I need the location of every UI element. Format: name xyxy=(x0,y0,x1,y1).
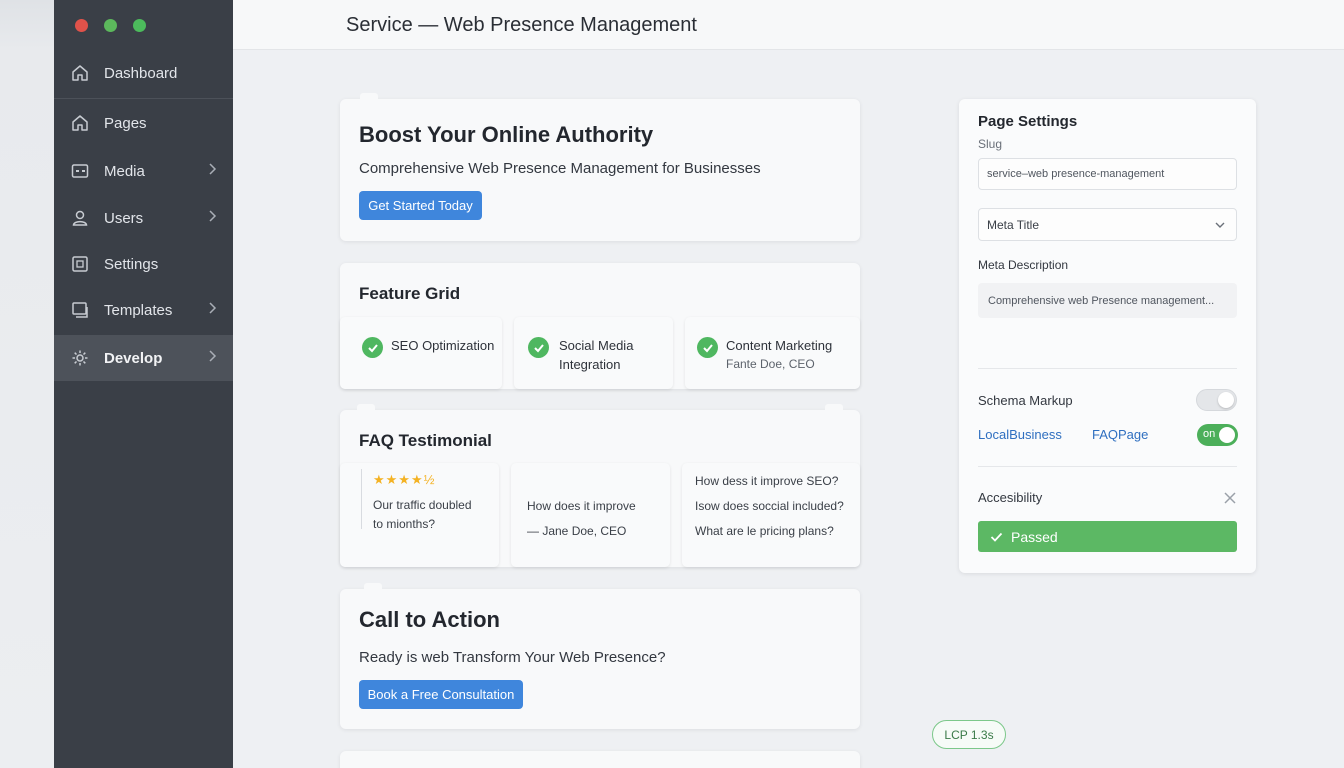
block-handle[interactable] xyxy=(825,404,843,412)
lcp-badge: LCP 1.3s xyxy=(932,720,1006,749)
chevron-right-icon xyxy=(207,349,217,367)
feature-label-line2: Integration xyxy=(559,357,621,372)
close-window-button[interactable] xyxy=(75,19,88,32)
meta-title-select[interactable]: Meta Title xyxy=(978,208,1237,241)
sidebar-item-label: Users xyxy=(104,209,144,227)
faq-page-toggle[interactable]: on xyxy=(1197,424,1238,446)
testimonial-card[interactable]: ★★★★½ Our traffic doubled to mionths? xyxy=(340,463,499,567)
page-title: Service — Web Presence Management xyxy=(346,14,697,36)
block-handle[interactable] xyxy=(357,404,375,412)
cta-text: Ready is web Transform Your Web Presence… xyxy=(359,649,666,666)
rating-stars: ★★★★½ xyxy=(373,472,436,487)
sidebar-item-label: Pages xyxy=(104,114,147,132)
chevron-right-icon xyxy=(207,209,217,227)
accessibility-status-badge: Passed xyxy=(978,521,1237,552)
faq-list: How dess it improve SEO? Isow does socci… xyxy=(682,463,860,567)
chevron-right-icon xyxy=(207,162,217,180)
sidebar-divider xyxy=(54,98,233,99)
templates-icon xyxy=(70,300,90,320)
top-bar: Service — Web Presence Management xyxy=(233,0,1344,50)
book-consultation-button[interactable]: Book a Free Consultation xyxy=(359,680,523,709)
quote-bar xyxy=(361,469,362,529)
meta-description-label: Meta Description xyxy=(978,258,1069,272)
settings-title: Page Settings xyxy=(978,113,1078,130)
faq-question[interactable]: What are le pricing plans? xyxy=(695,522,834,541)
hero-title: Boost Your Online Authority xyxy=(359,122,654,147)
check-icon xyxy=(528,337,549,358)
sidebar-item-dashboard[interactable]: Dashboard xyxy=(54,50,233,96)
media-icon xyxy=(70,161,90,181)
schema-markup-toggle[interactable] xyxy=(1196,389,1237,411)
sidebar-item-settings[interactable]: Settings xyxy=(54,241,233,287)
toggle-knob xyxy=(1219,427,1235,443)
minimize-window-button[interactable] xyxy=(104,19,117,32)
gear-icon xyxy=(70,348,90,368)
testimonial-text-line2: to mionths? xyxy=(373,517,436,531)
outer-window-strip xyxy=(0,0,54,768)
sidebar-item-label: Templates xyxy=(104,301,173,319)
testimonial-text: Our traffic doubled xyxy=(373,498,472,512)
sidebar-item-users[interactable]: Users xyxy=(54,195,233,241)
divider xyxy=(978,368,1237,369)
feature-label: SEO Optimization xyxy=(391,338,495,353)
home-icon xyxy=(70,63,90,83)
testimonial-author: — Jane Doe, CEO xyxy=(527,524,627,538)
meta-title-select-value: Meta Title xyxy=(987,217,1040,232)
local-business-link[interactable]: LocalBusiness xyxy=(978,427,1062,442)
sidebar-item-media[interactable]: Media xyxy=(54,148,233,194)
feature-label: Content Marketing xyxy=(726,338,833,353)
sidebar: Dashboard Pages Media Users Settings Tem… xyxy=(54,0,233,768)
settings-icon xyxy=(70,254,90,274)
block-handle[interactable] xyxy=(360,93,378,101)
sidebar-item-label: Media xyxy=(104,162,145,180)
toggle-label: on xyxy=(1203,428,1216,440)
faq-title: FAQ Testimonial xyxy=(359,431,492,450)
slug-label: Slug xyxy=(978,137,1003,151)
close-icon[interactable] xyxy=(1224,491,1236,509)
call-to-action-block[interactable]: Call to Action Ready is web Transform Yo… xyxy=(340,583,860,729)
toggle-knob xyxy=(1218,392,1234,408)
feature-grid-block[interactable]: Feature Grid SEO Optimization Social Med… xyxy=(340,263,860,389)
divider xyxy=(978,466,1237,467)
sidebar-item-label: Dashboard xyxy=(104,64,178,82)
check-icon xyxy=(362,337,383,358)
faq-page-link[interactable]: FAQPage xyxy=(1092,427,1148,442)
testimonial-text: How does it improve xyxy=(527,499,636,513)
user-icon xyxy=(70,208,90,228)
meta-description-input[interactable]: Comprehensive web Presence management... xyxy=(978,283,1237,318)
maximize-window-button[interactable] xyxy=(133,19,146,32)
sidebar-item-pages[interactable]: Pages xyxy=(54,100,233,146)
hero-block[interactable]: Boost Your Online Authority Comprehensiv… xyxy=(340,93,860,241)
next-block[interactable] xyxy=(340,751,860,768)
get-started-button[interactable]: Get Started Today xyxy=(359,191,482,220)
feature-label: Social Media xyxy=(559,338,634,353)
block-handle[interactable] xyxy=(364,583,382,591)
home-icon xyxy=(70,113,90,133)
window-controls xyxy=(75,19,146,32)
testimonial-card[interactable]: How does it improve — Jane Doe, CEO xyxy=(511,463,670,567)
sidebar-item-label: Develop xyxy=(104,349,163,367)
faq-question[interactable]: Isow does soccial included? xyxy=(695,497,844,516)
chevron-right-icon xyxy=(207,301,217,319)
feature-grid-title: Feature Grid xyxy=(359,284,461,303)
sidebar-item-label: Settings xyxy=(104,255,159,273)
sidebar-item-develop[interactable]: Develop xyxy=(54,335,233,381)
feature-card[interactable]: Social Media Integration xyxy=(514,317,673,389)
faq-question[interactable]: How dess it improve SEO? xyxy=(695,472,838,491)
feature-attribution: Fante Doe, CEO xyxy=(726,357,815,371)
schema-markup-label: Schema Markup xyxy=(978,393,1073,408)
feature-card[interactable]: Content Marketing Fante Doe, CEO xyxy=(685,317,860,389)
passed-label: Passed xyxy=(1011,528,1058,545)
check-icon xyxy=(990,531,1003,543)
check-icon xyxy=(697,337,718,358)
chevron-down-icon xyxy=(1214,219,1226,233)
page-settings-panel: Page Settings Slug service–web presence-… xyxy=(959,99,1256,573)
accessibility-label: Accesibility xyxy=(978,490,1043,505)
faq-testimonial-block[interactable]: FAQ Testimonial ★★★★½ Our traffic double… xyxy=(340,404,860,567)
slug-input[interactable]: service–web presence-management xyxy=(978,158,1237,190)
cta-title: Call to Action xyxy=(359,607,500,632)
sidebar-item-templates[interactable]: Templates xyxy=(54,287,233,333)
hero-subtitle: Comprehensive Web Presence Management fo… xyxy=(359,160,761,177)
feature-card[interactable]: SEO Optimization xyxy=(340,317,502,389)
